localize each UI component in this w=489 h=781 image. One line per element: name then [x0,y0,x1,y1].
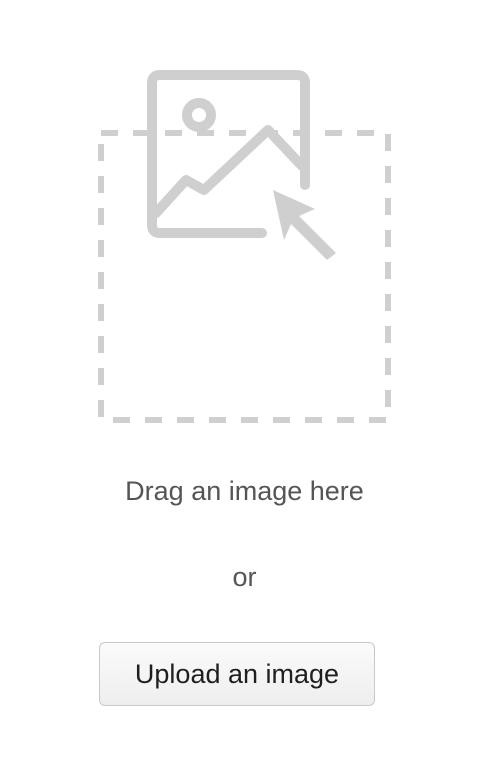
drag-instruction-text: Drag an image here [125,476,364,506]
dashed-drop-border [98,130,391,423]
cursor-arrow-icon [273,190,336,260]
or-separator-text: or [232,562,257,592]
image-drop-illustration [98,70,391,423]
upload-image-button[interactable]: Upload an image [99,642,375,706]
